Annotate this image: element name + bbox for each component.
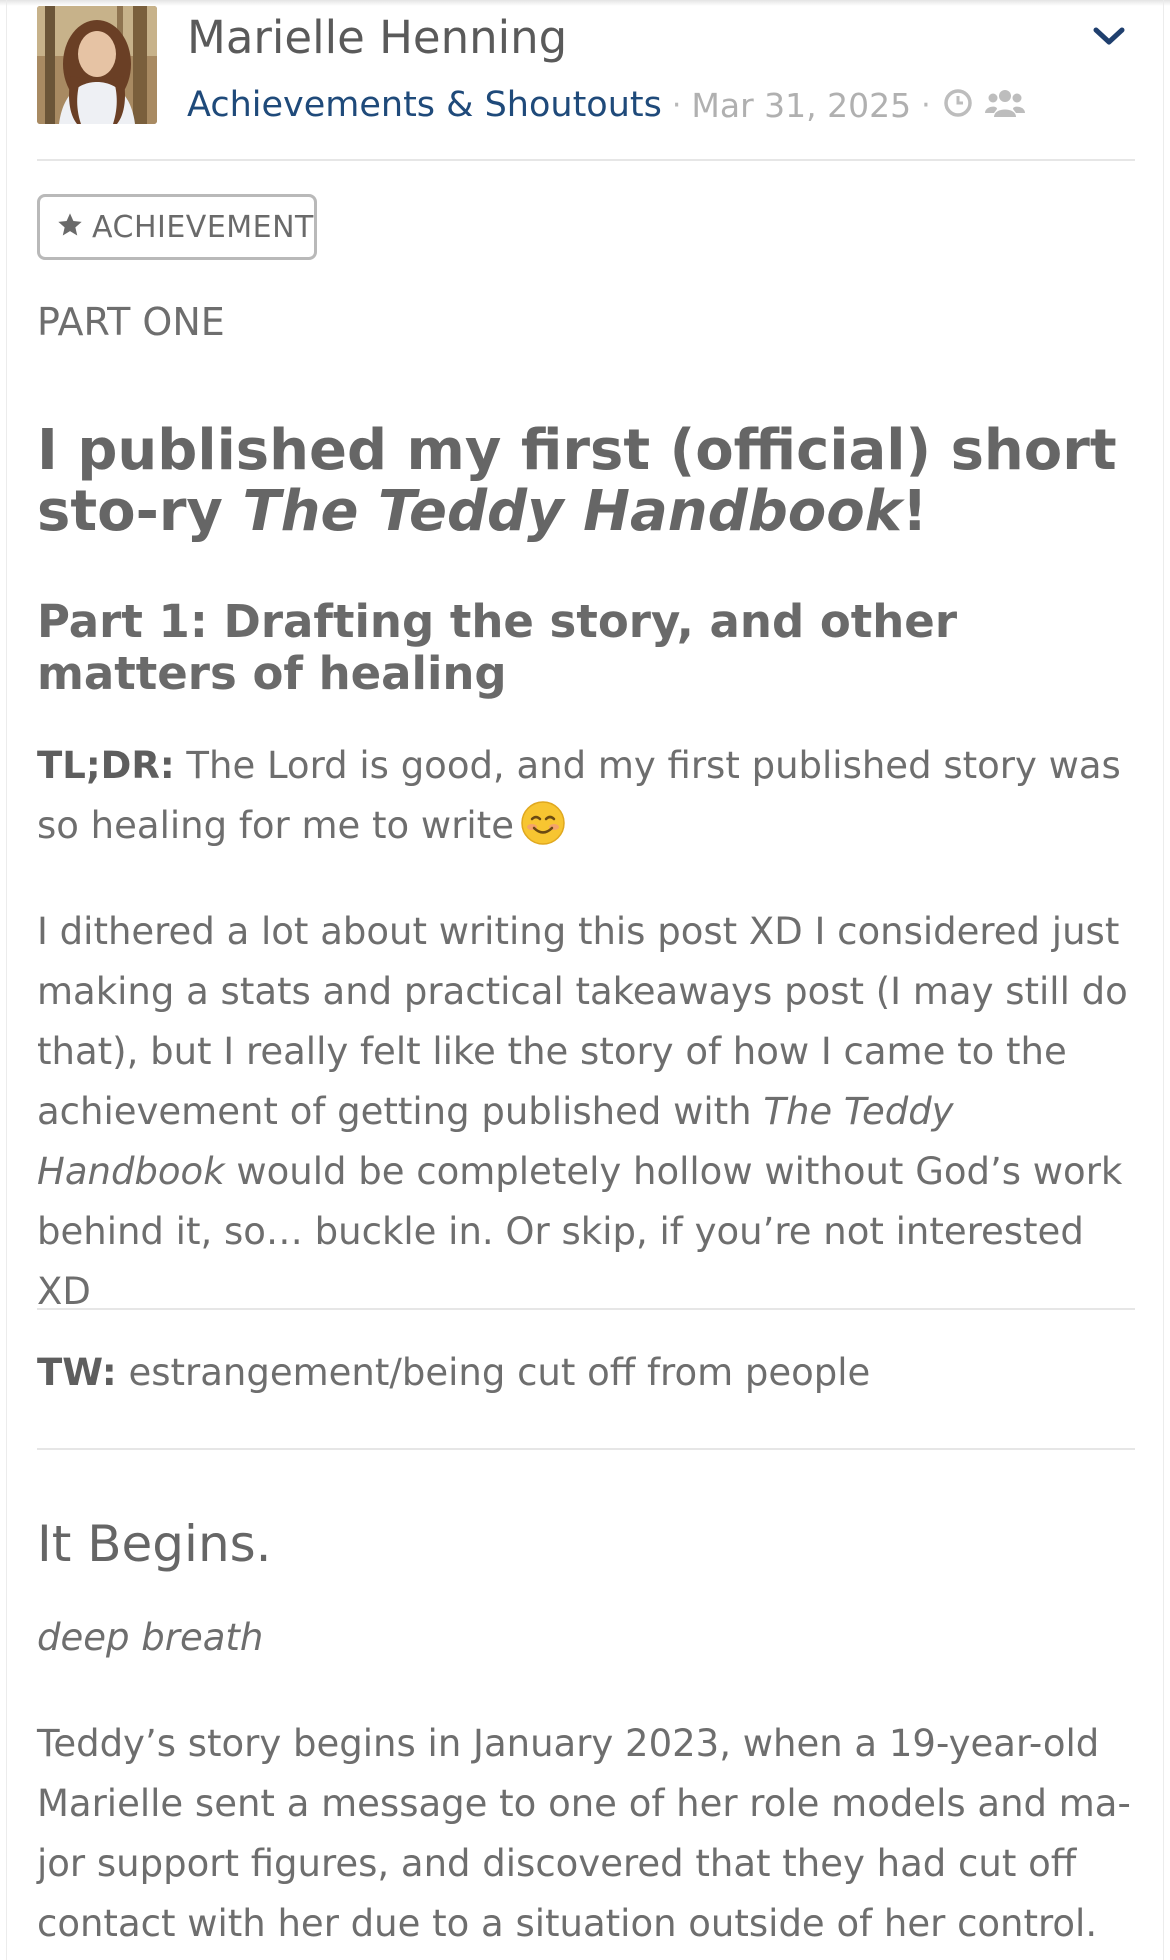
meta-separator: ·	[671, 87, 682, 123]
author-avatar[interactable]	[37, 6, 157, 124]
badge-label: ACHIEVEMENT	[92, 209, 314, 245]
meta-separator: ·	[921, 87, 931, 123]
tldr-paragraph: TL;DR: The Lord is good, and my first pu…	[37, 736, 1142, 864]
title-suffix: !	[902, 479, 928, 544]
header-divider	[37, 159, 1135, 161]
tldr-label: TL;DR:	[37, 744, 175, 787]
section-heading: It Begins.	[37, 1515, 272, 1573]
clock-icon	[943, 88, 973, 122]
author-name[interactable]: Marielle Henning	[187, 12, 567, 64]
deep-breath-text: deep breath	[37, 1616, 264, 1659]
avatar-photo	[37, 6, 157, 124]
smiling-face-emoji	[520, 800, 566, 864]
tldr-text: The Lord is good, and my first published…	[37, 744, 1121, 847]
achievement-badge[interactable]: ACHIEVEMENT	[37, 194, 317, 260]
content-divider	[37, 1308, 1135, 1310]
intro-text: I dithered a lot about writing this post…	[37, 910, 1128, 1133]
tw-label: TW:	[37, 1351, 117, 1394]
group-icon	[984, 87, 1025, 123]
post-header: Marielle Henning Achievements & Shoutout…	[7, 0, 1165, 130]
post-subtitle: Part 1: Drafting the story, and other ma…	[37, 595, 958, 700]
tw-text: estrangement/being cut off from people	[116, 1351, 871, 1394]
category-link[interactable]: Achievements & Shoutouts	[187, 85, 662, 125]
chevron-down-icon[interactable]	[1087, 16, 1131, 56]
story-paragraph: Teddy’s story begins in January 2023, wh…	[37, 1722, 1131, 1945]
intro-paragraph: I dithered a lot about writing this post…	[37, 902, 1142, 1322]
content-divider	[37, 1448, 1135, 1450]
post-title: I published my first (official) short st…	[37, 420, 1152, 542]
trigger-warning: TW: estrangement/being cut off from peop…	[37, 1343, 1142, 1403]
title-italic: The Teddy Handbook	[242, 479, 902, 544]
star-icon	[56, 211, 84, 243]
post-card: Marielle Henning Achievements & Shoutout…	[6, 0, 1164, 1960]
post-meta: Achievements & Shoutouts · Mar 31, 2025 …	[187, 82, 1025, 128]
post-date[interactable]: Mar 31, 2025	[691, 86, 911, 125]
part-label: PART ONE	[37, 300, 225, 344]
